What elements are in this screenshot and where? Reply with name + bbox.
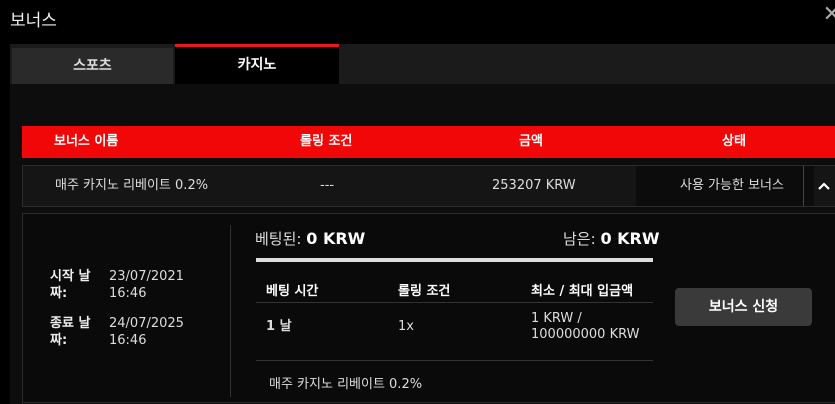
bonus-description: 매주 카지노 리베이트 0.2% (269, 377, 423, 392)
sub-table-bottom-divider (256, 360, 653, 361)
sub-header-bet-time: 베팅 시간 (266, 284, 319, 299)
start-date-label: 시작 날 짜: (50, 269, 91, 301)
sub-table-divider (256, 302, 653, 303)
column-header-status: 상태 (722, 134, 746, 149)
wagered-value: 0 KRW (306, 229, 366, 248)
remaining-value: 0 KRW (600, 229, 660, 248)
sub-cell-bet-time: 1 날 (266, 319, 292, 334)
tab-bar: 스포츠 카지노 (10, 44, 835, 84)
sub-header-deposit: 최소 / 최대 입금액 (531, 284, 634, 299)
column-header-rolling: 롤링 조건 (300, 134, 353, 149)
bonus-table-header: 보너스 이름 롤링 조건 금액 상태 (22, 126, 835, 158)
modal-title: 보너스 (10, 11, 57, 31)
column-header-amount: 금액 (519, 134, 543, 149)
bonus-status: 사용 가능한 보너스 (680, 178, 784, 193)
bonus-name: 매주 카지노 리베이트 0.2% (55, 178, 209, 193)
sub-header-rolling: 롤링 조건 (398, 284, 451, 299)
wager-progress-bar (256, 258, 653, 262)
remaining-amount: 남은: 0 KRW (563, 228, 660, 249)
bonus-amount: 253207 KRW (492, 178, 576, 193)
sub-cell-deposit: 1 KRW / 100000000 KRW (531, 311, 640, 342)
wagered-amount: 베팅된: 0 KRW (255, 228, 365, 249)
bonus-rolling: --- (320, 178, 335, 193)
status-cell: 사용 가능한 보너스 (636, 166, 814, 206)
start-date-value: 23/07/2021 16:46 (109, 269, 184, 301)
end-date-value: 24/07/2025 16:46 (109, 316, 184, 348)
chevron-up-icon (818, 182, 830, 190)
sub-cell-rolling: 1x (398, 319, 414, 334)
collapse-toggle[interactable] (803, 166, 835, 206)
tab-sports[interactable]: 스포츠 (12, 48, 173, 84)
tab-casino[interactable]: 카지노 (175, 44, 339, 84)
end-date-label: 종료 날 짜: (50, 316, 91, 348)
close-icon[interactable]: ✕ (823, 2, 835, 27)
apply-bonus-button[interactable]: 보너스 신청 (675, 288, 812, 326)
column-header-name: 보너스 이름 (54, 134, 119, 149)
wagered-label: 베팅된: (255, 230, 307, 248)
remaining-label: 남은: (563, 230, 601, 248)
bonus-table-row[interactable]: 매주 카지노 리베이트 0.2% --- 253207 KRW 사용 가능한 보… (22, 165, 835, 207)
detail-divider (230, 225, 231, 397)
